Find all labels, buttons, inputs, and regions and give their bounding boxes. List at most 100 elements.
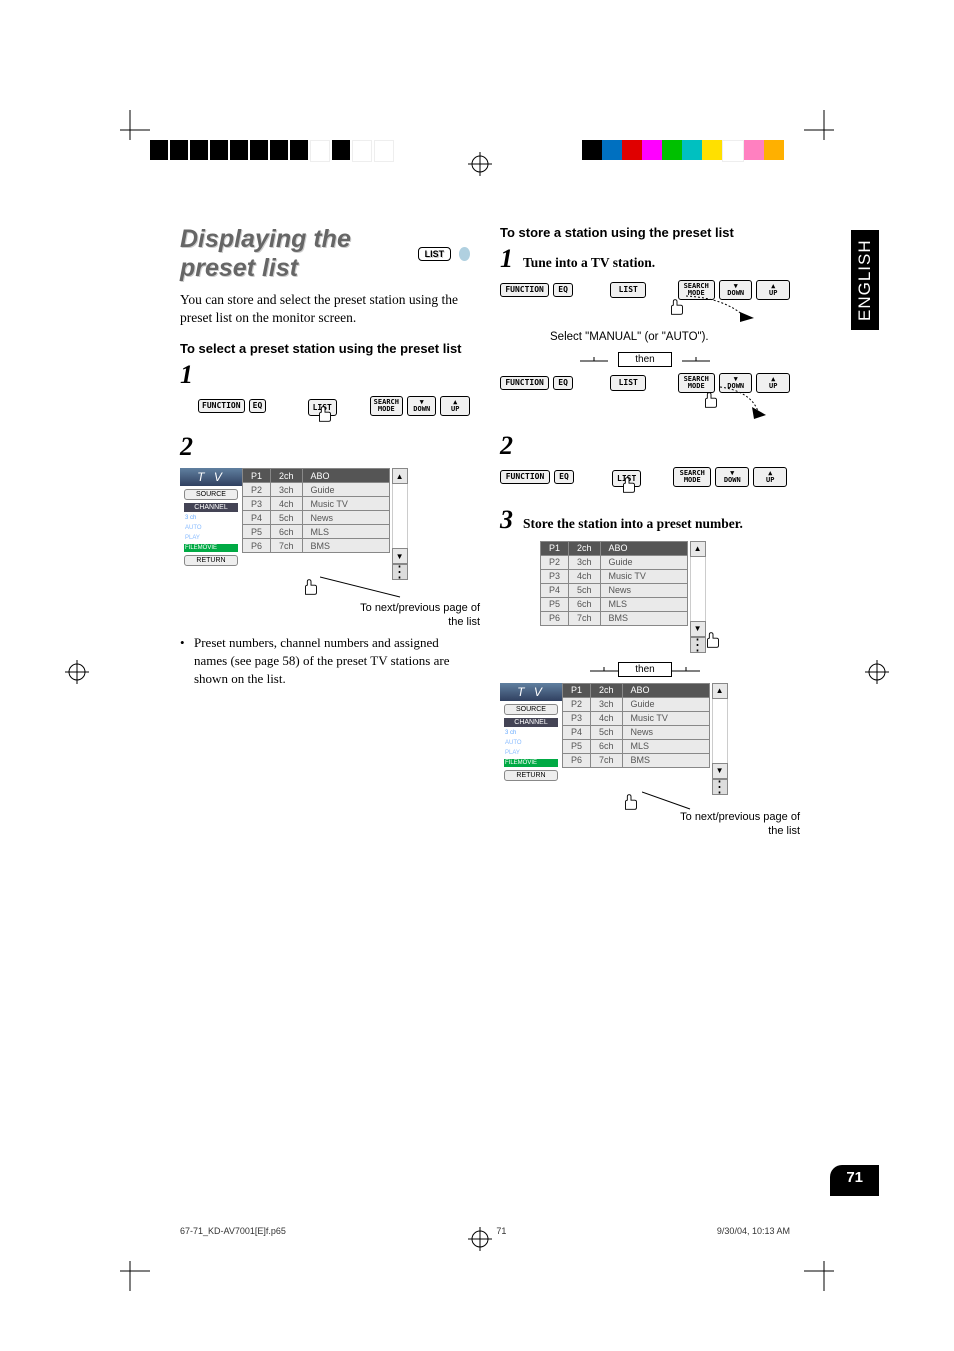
remote-buttons-row: FUNCTION EQ LIST SEARCH MODE ▼DOWN ▲UP (198, 396, 470, 416)
then-label: then (618, 352, 671, 367)
scroll-drag-handle: ⋮ (712, 779, 728, 795)
crop-mark-icon (804, 1251, 844, 1291)
return-button: RETURN (184, 555, 238, 566)
source-button: SOURCE (504, 704, 558, 715)
table-row: P56chMLS (563, 739, 710, 753)
table-row: P12chABO (563, 683, 710, 697)
step-2-number: 2 (500, 431, 790, 461)
function-button: FUNCTION (500, 376, 549, 390)
page: ENGLISH Displaying the preset list LIST … (0, 0, 954, 1351)
section-title-text: Displaying the preset list (180, 225, 410, 283)
step-3-text: Store the station into a preset number. (523, 516, 743, 532)
dotted-arrow-2 (690, 385, 770, 421)
intro-text: You can store and select the preset stat… (180, 291, 470, 327)
source-button: SOURCE (184, 489, 238, 500)
pointer-line (320, 572, 410, 602)
then-connector: then (500, 659, 790, 677)
eq-button: EQ (554, 470, 574, 484)
preset-scrollbar: ▲ ▼ ⋮ (712, 683, 728, 795)
sub-heading-select: To select a preset station using the pre… (180, 341, 470, 356)
channel-info: 3 ch (184, 514, 238, 522)
then-label: then (618, 662, 671, 677)
caption-next-prev: To next/previous page of the list (680, 811, 800, 839)
list-button: LIST (610, 282, 646, 298)
pointing-hand-icon (618, 474, 640, 496)
channel-label: CHANNEL (184, 503, 238, 512)
channel-label: CHANNEL (504, 718, 558, 727)
list-badge: LIST (418, 247, 452, 261)
table-row: P56chMLS (541, 597, 688, 611)
pointing-hand-icon (620, 791, 642, 813)
footer-date: 9/30/04, 10:13 AM (717, 1226, 790, 1236)
scroll-up-button: ▲ (392, 468, 408, 484)
table-row: P67chBMS (243, 539, 390, 553)
preset-sidebar: T V SOURCE CHANNEL 3 ch AUTO PLAY FILEMO… (500, 683, 562, 784)
crop-mark-icon (804, 110, 844, 150)
preset-list-small: P12chABO P23chGuide P34chMusic TV P45chN… (540, 541, 790, 653)
table-row: P12chABO (243, 469, 390, 483)
step-1-number: 1 (180, 360, 470, 390)
preset-list-screen: T V SOURCE CHANNEL 3 ch AUTO PLAY FILEMO… (180, 468, 470, 580)
table-row: P45chNews (243, 511, 390, 525)
auto-label: AUTO (184, 524, 238, 532)
registration-mark-icon (865, 660, 889, 684)
language-tab: ENGLISH (851, 230, 879, 330)
table-row: P56chMLS (243, 525, 390, 539)
right-column: To store a station using the preset list… (500, 225, 790, 847)
registration-black-bars (150, 140, 396, 162)
crop-mark-icon (110, 1251, 150, 1291)
caption-next-prev: To next/previous page of the list (360, 602, 480, 630)
up-button: ▲UP (753, 467, 787, 487)
preset-sidebar-header: T V (180, 468, 242, 486)
then-connector: then (500, 349, 790, 367)
pointing-hand-icon (300, 576, 322, 598)
preset-list-screen: T V SOURCE CHANNEL 3 ch AUTO PLAY FILEMO… (500, 683, 790, 795)
registration-color-bars (582, 140, 784, 162)
table-row: P12chABO (541, 541, 688, 555)
registration-mark-icon (468, 152, 492, 176)
function-button: FUNCTION (500, 470, 550, 484)
preset-sidebar-header: T V (500, 683, 562, 701)
step-2-number: 2 (180, 432, 470, 462)
table-row: P34chMusic TV (541, 569, 688, 583)
list-button: LIST (610, 375, 646, 391)
eq-button: EQ (553, 283, 573, 297)
filemovie-label: FILEMOVIE (504, 759, 558, 767)
step-1-text: Tune into a TV station. (523, 255, 655, 271)
up-button: ▲UP (440, 396, 470, 416)
bullet-note: Preset numbers, channel numbers and assi… (180, 634, 470, 687)
dotted-arrow-1 (684, 294, 764, 326)
preset-scrollbar: ▲ ▼ ⋮ (392, 468, 408, 580)
function-button: FUNCTION (500, 283, 549, 297)
preset-table: P12chABO P23chGuide P34chMusic TV P45chN… (242, 468, 390, 553)
search-mode-button: SEARCH MODE (673, 467, 711, 487)
sub-heading-store: To store a station using the preset list (500, 225, 790, 240)
preset-sidebar: T V SOURCE CHANNEL 3 ch AUTO PLAY FILEMO… (180, 468, 242, 569)
table-row: P67chBMS (541, 611, 688, 625)
left-column: Displaying the preset list LIST You can … (180, 225, 470, 847)
table-row: P23chGuide (563, 697, 710, 711)
scroll-up-button: ▲ (690, 541, 706, 557)
table-row: P45chNews (541, 583, 688, 597)
table-row: P45chNews (563, 725, 710, 739)
preset-table: P12chABO P23chGuide P34chMusic TV P45chN… (562, 683, 710, 768)
function-button: FUNCTION (198, 399, 245, 413)
instruction-select: Select "MANUAL" (or "AUTO"). (550, 330, 790, 345)
filemovie-label: FILEMOVIE (184, 544, 238, 552)
main-content: Displaying the preset list LIST You can … (180, 225, 790, 847)
table-row: P23chGuide (541, 555, 688, 569)
eq-button: EQ (249, 399, 267, 413)
play-label: PLAY (184, 534, 238, 542)
footer-file: 67-71_KD-AV7001[E]f.p65 (180, 1226, 286, 1236)
down-button: ▼DOWN (407, 396, 437, 416)
channel-info: 3 ch (504, 729, 558, 737)
eq-button: EQ (553, 376, 573, 390)
search-mode-button: SEARCH MODE (370, 396, 403, 416)
section-title: Displaying the preset list LIST (180, 225, 470, 283)
preset-table: P12chABO P23chGuide P34chMusic TV P45chN… (540, 541, 688, 626)
scroll-up-button: ▲ (712, 683, 728, 699)
crop-mark-icon (110, 110, 150, 150)
return-button: RETURN (504, 770, 558, 781)
table-row: P34chMusic TV (563, 711, 710, 725)
pointing-hand-icon (702, 629, 724, 651)
